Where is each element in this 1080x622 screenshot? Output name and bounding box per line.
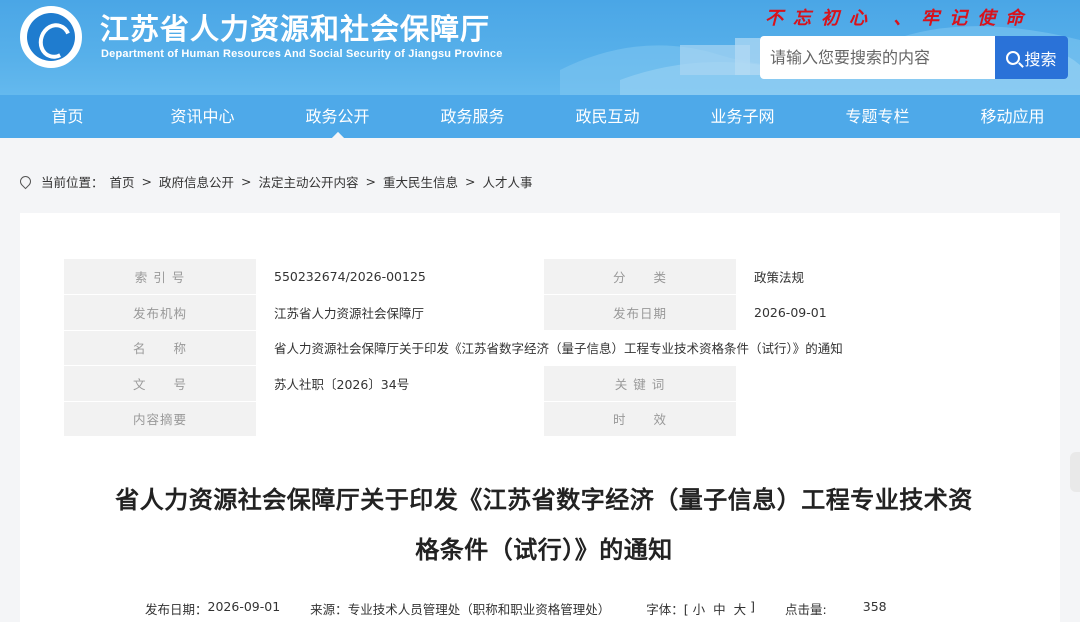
date-label: 发布日期： — [145, 602, 208, 617]
publish-date-value: 2026-09-01 — [736, 294, 1024, 331]
doc-number-label: 文 号 — [64, 365, 256, 402]
validity-value — [736, 401, 1024, 437]
site-title: 江苏省人力资源和社会保障厅 — [100, 12, 491, 46]
site-subtitle: Department of Human Resources And Social… — [101, 48, 503, 60]
publisher-value: 江苏省人力资源社会保障厅 — [256, 294, 544, 331]
breadcrumb-separator: > — [141, 174, 153, 189]
logo-emblem-icon — [27, 13, 75, 61]
summary-label: 内容摘要 — [64, 401, 256, 437]
breadcrumb: 当前位置： 首页 > 政府信息公开 > 法定主动公开内容 > 重大民生信息 > … — [17, 172, 533, 191]
summary-value — [256, 401, 544, 437]
breadcrumb-separator: > — [465, 174, 476, 189]
document-info-table: 索 引 号 550232674/2026-00125 分 类 政策法规 发布机构… — [64, 259, 1024, 437]
font-size-end: ] — [750, 599, 756, 614]
name-label: 名 称 — [64, 330, 256, 366]
source-value: 专业技术人员管理处（职称和职业资格管理处） — [347, 602, 611, 617]
nav-item-gov-affairs-open[interactable]: 政务公开 — [270, 95, 405, 138]
table-row: 文 号 苏人社职〔2026〕34号 关 键 词 — [64, 365, 1024, 402]
search-icon — [1006, 50, 1021, 65]
nav-item-interaction[interactable]: 政民互动 — [540, 95, 675, 138]
breadcrumb-separator: > — [241, 174, 252, 189]
table-row: 内容摘要 时 效 — [64, 401, 1024, 437]
keywords-value — [736, 365, 1024, 402]
keywords-label: 关 键 词 — [544, 365, 736, 402]
search-input[interactable] — [760, 36, 995, 79]
search-button[interactable]: 搜索 — [995, 36, 1068, 79]
breadcrumb-prefix: 当前位置： — [41, 175, 104, 190]
font-small-button[interactable]: 小 — [693, 599, 706, 618]
nav-item-news[interactable]: 资讯中心 — [135, 95, 270, 138]
site-logo[interactable] — [20, 6, 82, 68]
site-header: 江苏省人力资源和社会保障厅 Department of Human Resour… — [0, 0, 1080, 95]
nav-item-gov-services[interactable]: 政务服务 — [405, 95, 540, 138]
table-row: 发布机构 江苏省人力资源社会保障厅 发布日期 2026-09-01 — [64, 294, 1024, 331]
breadcrumb-item-statutory[interactable]: 法定主动公开内容 — [259, 172, 359, 191]
slogan: 不忘初心 、牢记使命 — [765, 8, 1034, 29]
article-card: 索 引 号 550232674/2026-00125 分 类 政策法规 发布机构… — [20, 213, 1060, 622]
source-label: 来源： — [310, 602, 348, 617]
nav-item-home[interactable]: 首页 — [0, 95, 135, 138]
side-scroll-tab[interactable] — [1070, 452, 1080, 492]
main-nav: 首页 资讯中心 政务公开 政务服务 政民互动 业务子网 专题专栏 移动应用 — [0, 95, 1080, 138]
breadcrumb-item-livelihood[interactable]: 重大民生信息 — [383, 172, 458, 191]
clicks-label: 点击量: — [785, 602, 827, 617]
location-pin-icon — [17, 173, 34, 190]
clicks-value: 358 — [862, 599, 887, 614]
publisher-label: 发布机构 — [64, 294, 256, 331]
article-title-line-2: 格条件（试行）》的通知 — [415, 536, 673, 564]
validity-label: 时 效 — [544, 401, 736, 437]
nav-item-sub-sites[interactable]: 业务子网 — [675, 95, 810, 138]
name-value: 省人力资源社会保障厅关于印发《江苏省数字经济（量子信息）工程专业技术资格条件（试… — [256, 330, 1024, 366]
breadcrumb-separator: > — [365, 174, 377, 189]
breadcrumb-item-home[interactable]: 首页 — [110, 172, 135, 191]
nav-item-topics[interactable]: 专题专栏 — [810, 95, 945, 138]
publish-date-label: 发布日期 — [544, 294, 736, 331]
article-title: 省人力资源社会保障厅关于印发《江苏省数字经济（量子信息）工程专业技术资 格条件（… — [64, 475, 1024, 575]
article-meta: 发布日期： 2026-09-01 来源： 专业技术人员管理处（职称和职业资格管理… — [145, 599, 887, 618]
nav-item-mobile[interactable]: 移动应用 — [945, 95, 1080, 138]
category-value: 政策法规 — [736, 259, 1024, 295]
table-row: 索 引 号 550232674/2026-00125 分 类 政策法规 — [64, 259, 1024, 295]
article-title-line-1: 省人力资源社会保障厅关于印发《江苏省数字经济（量子信息）工程专业技术资 — [115, 486, 973, 514]
font-large-button[interactable]: 大 — [734, 599, 747, 618]
category-label: 分 类 — [544, 259, 736, 295]
breadcrumb-item-gov-info[interactable]: 政府信息公开 — [159, 172, 234, 191]
font-medium-button[interactable]: 中 — [713, 599, 726, 618]
breadcrumb-item-talent[interactable]: 人才人事 — [483, 172, 533, 191]
index-number-label: 索 引 号 — [64, 259, 256, 295]
search-button-label: 搜索 — [1024, 49, 1057, 69]
font-size-label: 字体：[ — [646, 602, 689, 617]
date-value: 2026-09-01 — [207, 599, 281, 614]
index-number-value: 550232674/2026-00125 — [256, 259, 544, 295]
table-row: 名 称 省人力资源社会保障厅关于印发《江苏省数字经济（量子信息）工程专业技术资格… — [64, 330, 1024, 366]
doc-number-value: 苏人社职〔2026〕34号 — [256, 365, 544, 402]
